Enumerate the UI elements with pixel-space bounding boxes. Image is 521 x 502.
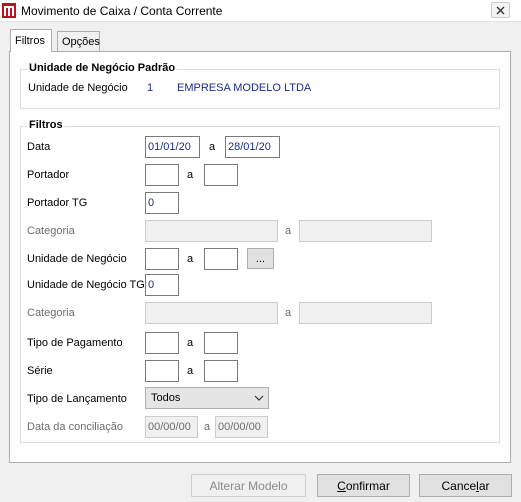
- close-button[interactable]: [491, 2, 510, 18]
- alterar-modelo-label: Alterar Modelo: [209, 478, 288, 493]
- tab-opcoes[interactable]: Opções: [57, 31, 100, 51]
- title-bar: Movimento de Caixa / Conta Corrente: [0, 0, 521, 22]
- tipo-lancamento-value: Todos: [151, 392, 181, 404]
- cancelar-button[interactable]: Cancelar: [419, 474, 512, 497]
- data-conciliacao-to-input: 00/00/00: [215, 416, 268, 438]
- unidade-from-input[interactable]: [145, 248, 179, 270]
- alterar-modelo-button: Alterar Modelo: [191, 474, 306, 497]
- tab-filtros[interactable]: Filtros: [10, 29, 52, 52]
- unidade-to-input[interactable]: [204, 248, 238, 270]
- chevron-down-icon: [254, 395, 264, 401]
- data-conciliacao-label: Data da conciliação: [27, 421, 124, 433]
- portador-from-input[interactable]: [145, 164, 179, 186]
- categoria-2-to-input: [299, 302, 432, 324]
- tab-panel-filtros: Unidade de Negócio Padrão Unidade de Neg…: [9, 51, 511, 463]
- data-sep: a: [209, 141, 216, 153]
- app-logo-icon: [2, 3, 16, 18]
- tipo-pagamento-label: Tipo de Pagamento: [27, 337, 123, 349]
- close-icon: [496, 6, 505, 14]
- categoria-2-sep: a: [285, 307, 292, 319]
- tipo-pagamento-to-input[interactable]: [204, 332, 238, 354]
- cancelar-label: Cancelar: [441, 478, 490, 493]
- unidade-browse-button[interactable]: ...: [247, 248, 274, 269]
- unidade-tg-label: Unidade de Negócio TG: [27, 279, 145, 291]
- data-from-input[interactable]: 01/01/20: [145, 136, 200, 158]
- portador-to-input[interactable]: [204, 164, 238, 186]
- serie-to-input[interactable]: [204, 360, 238, 382]
- tipo-lancamento-select[interactable]: Todos: [145, 387, 269, 409]
- window-title: Movimento de Caixa / Conta Corrente: [21, 4, 223, 18]
- serie-label: Série: [27, 365, 53, 377]
- portador-label: Portador: [27, 169, 70, 181]
- default-unit-name: EMPRESA MODELO LTDA: [177, 82, 312, 94]
- categoria-2-from-input: [145, 302, 278, 324]
- unidade-sep: a: [187, 253, 194, 265]
- default-unit-group-title: Unidade de Negócio Padrão: [27, 62, 178, 74]
- serie-sep: a: [187, 365, 194, 377]
- filters-group-title: Filtros: [27, 119, 65, 131]
- data-conciliacao-sep: a: [204, 421, 211, 433]
- portador-tg-label: Portador TG: [27, 197, 88, 209]
- portador-sep: a: [187, 169, 194, 181]
- serie-from-input[interactable]: [145, 360, 179, 382]
- categoria-2-label: Categoria: [27, 307, 75, 319]
- tab-filtros-label: Filtros: [15, 35, 45, 47]
- default-unit-label: Unidade de Negócio: [28, 82, 128, 94]
- portador-tg-input[interactable]: 0: [145, 192, 179, 214]
- categoria-1-sep: a: [285, 225, 292, 237]
- data-to-input[interactable]: 28/01/20: [225, 136, 280, 158]
- categoria-1-from-input: [145, 220, 278, 242]
- categoria-1-to-input: [299, 220, 432, 242]
- confirmar-button[interactable]: Confirmar: [317, 474, 410, 497]
- tipo-pagamento-sep: a: [187, 337, 194, 349]
- data-conciliacao-from-input: 00/00/00: [145, 416, 198, 438]
- unidade-tg-input[interactable]: 0: [145, 274, 179, 296]
- confirmar-label: Confirmar: [337, 478, 390, 493]
- unidade-browse-label: ...: [255, 252, 266, 265]
- unidade-label: Unidade de Negócio: [27, 253, 127, 265]
- default-unit-group: Unidade de Negócio Padrão Unidade de Neg…: [20, 62, 500, 109]
- tab-opcoes-label: Opções: [62, 35, 100, 48]
- tipo-pagamento-from-input[interactable]: [145, 332, 179, 354]
- categoria-1-label: Categoria: [27, 225, 75, 237]
- data-label: Data: [27, 141, 51, 153]
- default-unit-code: 1: [147, 82, 154, 94]
- tipo-lancamento-label: Tipo de Lançamento: [27, 393, 127, 405]
